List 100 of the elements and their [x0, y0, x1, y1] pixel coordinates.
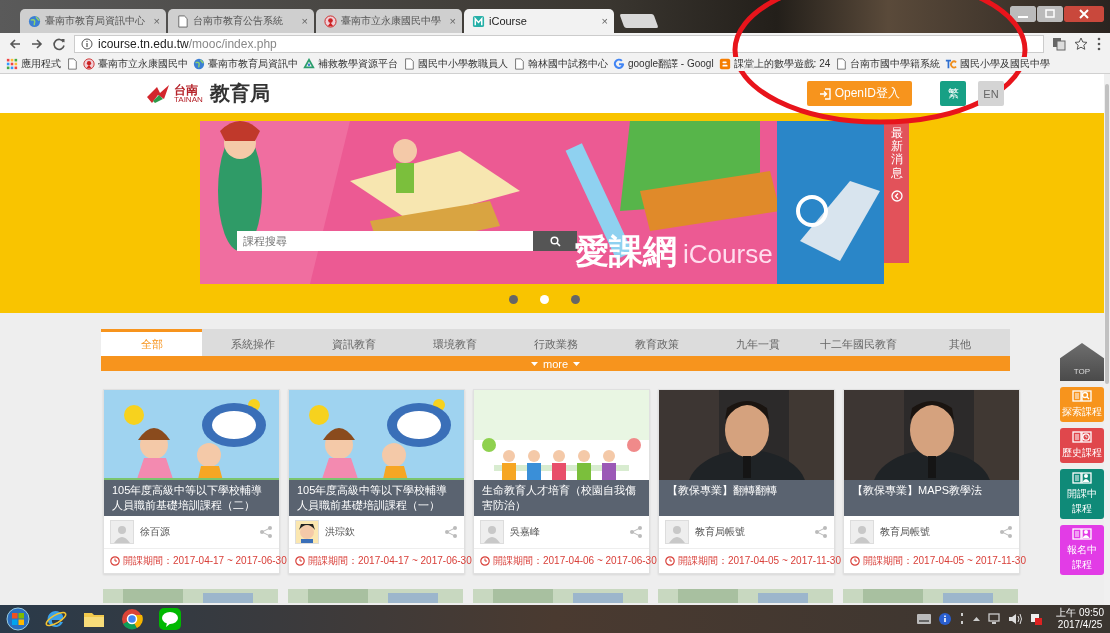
book-icon — [1072, 472, 1092, 484]
bookmark[interactable]: 補救教學資源平台 — [303, 57, 398, 71]
menu-icon[interactable] — [1096, 37, 1102, 51]
close-icon[interactable] — [1064, 6, 1104, 22]
search-button[interactable] — [533, 231, 577, 251]
forward-icon[interactable] — [30, 37, 44, 51]
book-icon — [1072, 431, 1092, 443]
category-tab[interactable]: 九年一貫 — [707, 329, 808, 356]
page-icon — [513, 58, 525, 70]
chrome-icon[interactable] — [120, 607, 144, 631]
course-title[interactable]: 【教保專業】MAPS教學法 — [844, 480, 1019, 516]
maximize-icon[interactable] — [1037, 6, 1063, 22]
author-name: 教育局帳號 — [880, 525, 931, 539]
help-icon[interactable] — [939, 613, 952, 625]
avatar-icon — [480, 520, 504, 544]
network-icon[interactable] — [988, 613, 1001, 625]
side-menu-button[interactable]: 開課中課程 — [1060, 469, 1104, 519]
bookmark[interactable]: google翻譯 - Googl — [613, 57, 714, 71]
bookmark[interactable]: 應用程式 — [6, 57, 61, 71]
course-title[interactable]: 105年度高級中等以下學校輔導人員職前基礎培訓課程（二） — [104, 480, 279, 516]
triangle-logo-icon — [303, 58, 315, 70]
avatar-icon — [850, 520, 874, 544]
chat-app-icon[interactable] — [158, 607, 182, 631]
side-menu-button[interactable]: 歷史課程 — [1060, 428, 1104, 463]
category-tab[interactable]: 資訊教育 — [303, 329, 404, 356]
page-icon[interactable] — [66, 58, 78, 70]
close-icon[interactable]: × — [601, 15, 608, 27]
bookmark[interactable]: 台南市國中學籍系統 — [835, 57, 941, 71]
apps-grid-icon — [6, 58, 18, 70]
url-host: icourse.tn.edu.tw — [98, 37, 189, 51]
slide-dot[interactable] — [508, 295, 518, 304]
close-icon[interactable]: × — [449, 15, 456, 27]
browser-tab[interactable]: 臺南市立永康國民中學 × — [316, 9, 462, 33]
flag-icon[interactable] — [1030, 613, 1043, 625]
url-path: /mooc/index.php — [188, 37, 277, 51]
side-menu-button[interactable]: 報名中課程 — [1060, 525, 1104, 575]
page-icon — [403, 58, 415, 70]
emblem-icon — [324, 14, 337, 28]
google-icon — [613, 58, 625, 70]
logo-subtitle: TAINAN — [174, 95, 203, 104]
volume-icon[interactable] — [1008, 613, 1023, 625]
course-title[interactable]: 105年度高級中等以下學校輔導人員職前基礎培訓課程（一） — [289, 480, 464, 516]
avatar-icon — [665, 520, 689, 544]
category-tab[interactable]: 行政業務 — [505, 329, 606, 356]
login-icon — [818, 87, 831, 100]
bookmark[interactable]: 臺南市立永康國民中 — [83, 57, 188, 71]
category-tab[interactable]: 環境教育 — [404, 329, 505, 356]
close-icon[interactable]: × — [153, 15, 160, 27]
logo-icon — [145, 82, 171, 105]
browser-tab[interactable]: 台南市教育公告系統 × — [168, 9, 314, 33]
globe-icon — [193, 58, 205, 70]
emblem-icon — [83, 58, 95, 70]
course-title[interactable]: 【教保專業】翻轉翻轉 — [659, 480, 834, 516]
caret-icon — [573, 361, 581, 366]
search-field[interactable]: 課程搜尋 — [237, 231, 533, 251]
clock-icon — [480, 556, 490, 566]
language-button[interactable]: 繁 — [940, 81, 966, 106]
globe-icon — [28, 14, 41, 28]
search-icon — [549, 235, 561, 247]
page-icon — [176, 14, 189, 28]
news-tab[interactable]: 最新消息 — [884, 121, 909, 263]
translate-icon[interactable] — [1052, 37, 1066, 51]
bookmark[interactable]: 國民中小學教職員人 — [403, 57, 508, 71]
bookmark[interactable]: 課堂上的數學遊戲: 24 — [718, 57, 831, 71]
clock-icon — [665, 556, 675, 566]
slide-dot[interactable] — [539, 295, 549, 304]
browser-tab[interactable]: iCourse × — [464, 9, 614, 33]
bookmark[interactable]: 翰林國中試務中心 — [513, 57, 608, 71]
m-logo-icon — [472, 14, 485, 28]
course-title[interactable]: 生命教育人才培育（校園自我傷害防治） — [474, 480, 649, 516]
keyboard-icon[interactable] — [917, 614, 932, 624]
clock[interactable]: 上午 09:50 2017/4/25 — [1056, 607, 1104, 631]
category-tab[interactable]: 其他 — [909, 329, 1010, 356]
category-tab[interactable]: 十二年國民教育 — [808, 329, 909, 356]
clock-icon — [110, 556, 120, 566]
avatar-icon — [110, 520, 134, 544]
language-button[interactable]: EN — [978, 81, 1004, 106]
course-period: 開課期間：2017-04-05 ~ 2017-11-30 — [678, 554, 841, 568]
category-tab[interactable]: 系統操作 — [202, 329, 303, 356]
author-name: 徐百源 — [140, 525, 171, 539]
page-icon — [835, 58, 848, 70]
category-tab[interactable]: 教育政策 — [606, 329, 707, 356]
start-button[interactable] — [6, 607, 30, 631]
star-icon[interactable] — [1074, 37, 1088, 51]
new-tab-button[interactable] — [619, 14, 659, 28]
logo-text: 台南 — [174, 83, 198, 96]
bookmark[interactable]: 國民小學及國民中學 — [945, 57, 1051, 71]
address-bar[interactable]: icourse.tn.edu.tw/mooc/index.php — [74, 35, 1044, 53]
minimize-icon[interactable] — [1010, 6, 1036, 22]
close-icon[interactable]: × — [301, 15, 308, 27]
book-icon — [1072, 390, 1092, 402]
scrollbar[interactable] — [1104, 74, 1110, 605]
back-to-top-button[interactable]: TOP — [1060, 343, 1104, 381]
browser-tab[interactable]: 臺南市教育局資訊中心 × — [20, 9, 166, 33]
caret-up-icon[interactable] — [973, 617, 981, 621]
back-icon[interactable] — [8, 37, 22, 51]
bookmark[interactable]: 臺南市教育局資訊中 — [193, 57, 298, 71]
slide-dot[interactable] — [570, 295, 580, 304]
reload-icon[interactable] — [52, 37, 66, 51]
brand-subtitle: iCourse — [683, 239, 773, 270]
